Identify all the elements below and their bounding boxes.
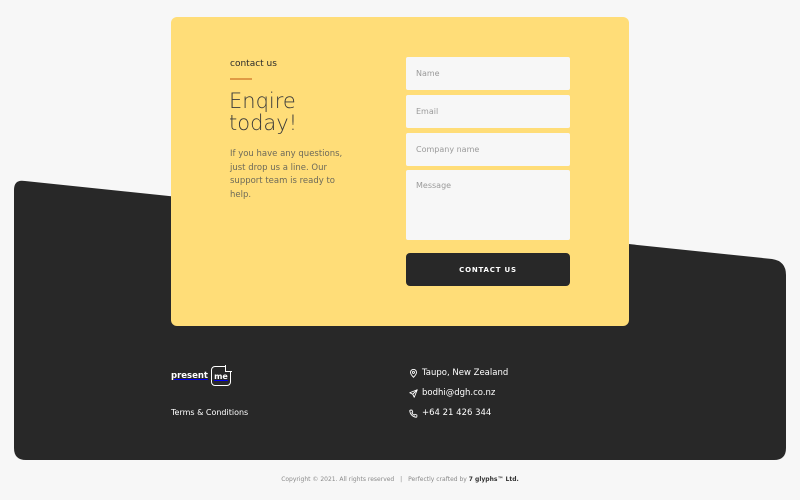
- company-field[interactable]: [406, 133, 570, 166]
- send-icon: [409, 388, 418, 398]
- contact-eyebrow: contact us: [230, 59, 277, 69]
- contact-card: contact us Enqire today! If you have any…: [171, 17, 629, 326]
- contact-description: If you have any questions, just drop us …: [230, 149, 343, 200]
- contact-us-button[interactable]: CONTACT US: [406, 253, 570, 286]
- location-text: Taupo, New Zealand: [422, 368, 509, 378]
- phone-icon: [409, 409, 418, 418]
- message-field[interactable]: [406, 170, 570, 240]
- email-text: bodhi@dgh.co.nz: [422, 388, 496, 398]
- eyebrow-underline: [230, 78, 252, 80]
- copyright-bar: Copyright © 2021. All rights reserved | …: [0, 476, 800, 483]
- name-field[interactable]: [406, 57, 570, 90]
- crafted-by-link[interactable]: 7 glyphs™ Ltd.: [469, 476, 519, 483]
- email-link[interactable]: bodhi@dgh.co.nz: [409, 388, 495, 398]
- copyright-text: Copyright © 2021. All rights reserved: [281, 476, 395, 483]
- page-title: Enqire today!: [229, 89, 298, 135]
- terms-link[interactable]: Terms & Conditions: [171, 408, 248, 417]
- phone-link[interactable]: +64 21 426 344: [409, 408, 491, 418]
- map-pin-icon: [410, 368, 417, 378]
- phone-text: +64 21 426 344: [422, 408, 492, 418]
- logo-badge: me: [210, 365, 232, 386]
- location-item: Taupo, New Zealand: [409, 368, 508, 378]
- email-field[interactable]: [406, 95, 570, 128]
- crafted-prefix: Perfectly crafted by: [408, 476, 467, 483]
- logo-word: present: [171, 371, 208, 381]
- copyright-separator: |: [400, 476, 403, 483]
- present-me-logo[interactable]: present me: [171, 365, 232, 386]
